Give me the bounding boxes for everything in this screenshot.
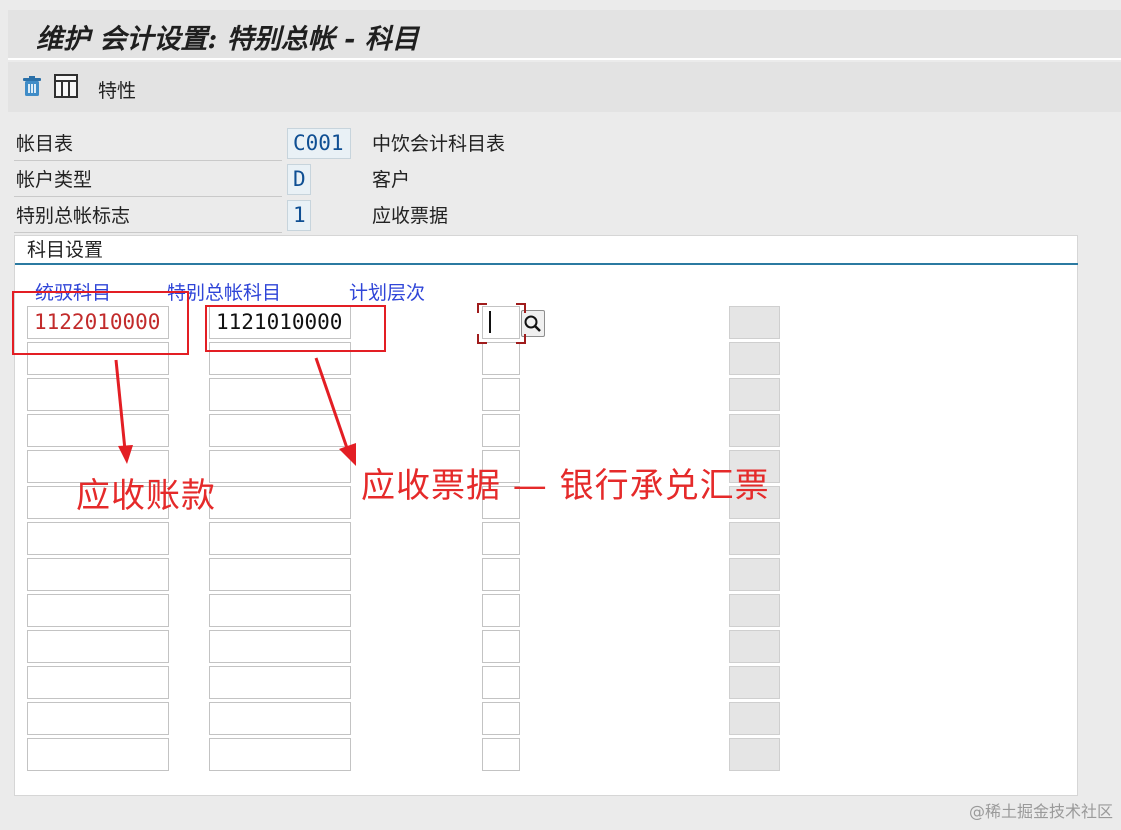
special-gl-account-cell[interactable] (209, 594, 351, 627)
planning-level-cell[interactable] (482, 342, 520, 375)
recon-account-cell[interactable] (27, 594, 169, 627)
planning-level-cell[interactable] (482, 702, 520, 735)
special-gl-account-cell[interactable] (209, 378, 351, 411)
annotation-text-right: 应收票据 — 银行承兑汇票 (361, 466, 770, 506)
special-gl-account-cell[interactable] (209, 702, 351, 735)
annotation-text-left: 应收账款 (76, 476, 216, 516)
row-selector-cell[interactable] (729, 522, 780, 555)
planning-level-cell[interactable] (482, 738, 520, 771)
title-bar: 维护 会计设置: 特别总帐 - 科目 (8, 10, 1121, 60)
focus-corner-top-right (516, 303, 526, 313)
page-title: 维护 会计设置: 特别总帐 - 科目 (36, 24, 419, 55)
recon-account-cell[interactable] (27, 558, 169, 591)
focus-corner-bottom-left (477, 334, 487, 344)
account-type-field[interactable]: D (287, 164, 311, 195)
magnifier-icon (524, 315, 541, 332)
planning-level-cell[interactable] (482, 522, 520, 555)
table-grid-icon[interactable] (54, 74, 78, 98)
col-header-planning-level: 计划层次 (349, 282, 426, 304)
focus-corner-top-left (477, 303, 487, 313)
planning-level-cell[interactable] (482, 306, 520, 339)
planning-level-cell[interactable] (482, 414, 520, 447)
special-gl-account-cell[interactable] (209, 522, 351, 555)
chart-of-accounts-field[interactable]: C001 (287, 128, 351, 159)
special-gl-account-cell[interactable] (209, 558, 351, 591)
search-help-button[interactable] (521, 310, 545, 337)
recon-account-cell[interactable] (27, 378, 169, 411)
recon-account-cell[interactable] (27, 630, 169, 663)
chart-of-accounts-label: 帐目表 (14, 128, 282, 161)
toolbar: 特性 (8, 62, 1121, 112)
special-gl-indicator-label: 特别总帐标志 (14, 200, 282, 233)
account-type-desc: 客户 (372, 169, 411, 191)
properties-button[interactable]: 特性 (98, 76, 136, 103)
planning-level-cell[interactable] (482, 558, 520, 591)
recon-account-cell[interactable] (27, 522, 169, 555)
special-gl-indicator-field[interactable]: 1 (287, 200, 311, 231)
special-gl-account-cell[interactable] (209, 450, 351, 483)
planning-level-cell[interactable] (482, 630, 520, 663)
special-gl-account-cell[interactable] (209, 486, 351, 519)
planning-level-cell[interactable] (482, 666, 520, 699)
special-gl-account-cell[interactable] (209, 414, 351, 447)
annotation-box-special-gl-account (205, 305, 386, 352)
focus-corner-bottom-right (516, 334, 526, 344)
chart-of-accounts-desc: 中饮会计科目表 (372, 133, 506, 155)
row-selector-cell[interactable] (729, 630, 780, 663)
recon-account-cell[interactable] (27, 414, 169, 447)
row-selector-cell[interactable] (729, 378, 780, 411)
special-gl-account-cell[interactable] (209, 666, 351, 699)
row-selector-cell[interactable] (729, 306, 780, 339)
row-selector-cell[interactable] (729, 702, 780, 735)
trash-icon-svg (23, 76, 41, 96)
row-selector-cell[interactable] (729, 738, 780, 771)
special-gl-account-cell[interactable] (209, 738, 351, 771)
row-selector-cell[interactable] (729, 594, 780, 627)
row-selector-cell[interactable] (729, 342, 780, 375)
planning-level-cell[interactable] (482, 594, 520, 627)
row-selector-cell[interactable] (729, 414, 780, 447)
text-cursor (489, 311, 491, 333)
planning-level-cell[interactable] (482, 378, 520, 411)
panel-divider (15, 263, 1078, 265)
panel-title: 科目设置 (27, 239, 104, 261)
table-grid-icon-svg (54, 74, 78, 98)
annotation-box-recon-account (12, 291, 189, 355)
recon-account-cell[interactable] (27, 666, 169, 699)
account-type-label: 帐户类型 (14, 164, 282, 197)
row-selector-cell[interactable] (729, 666, 780, 699)
trash-icon[interactable] (20, 74, 44, 98)
special-gl-indicator-desc: 应收票据 (372, 205, 449, 227)
recon-account-cell[interactable] (27, 702, 169, 735)
watermark: @稀土掘金技术社区 (968, 802, 1113, 821)
recon-account-cell[interactable] (27, 738, 169, 771)
special-gl-account-cell[interactable] (209, 630, 351, 663)
row-selector-cell[interactable] (729, 558, 780, 591)
